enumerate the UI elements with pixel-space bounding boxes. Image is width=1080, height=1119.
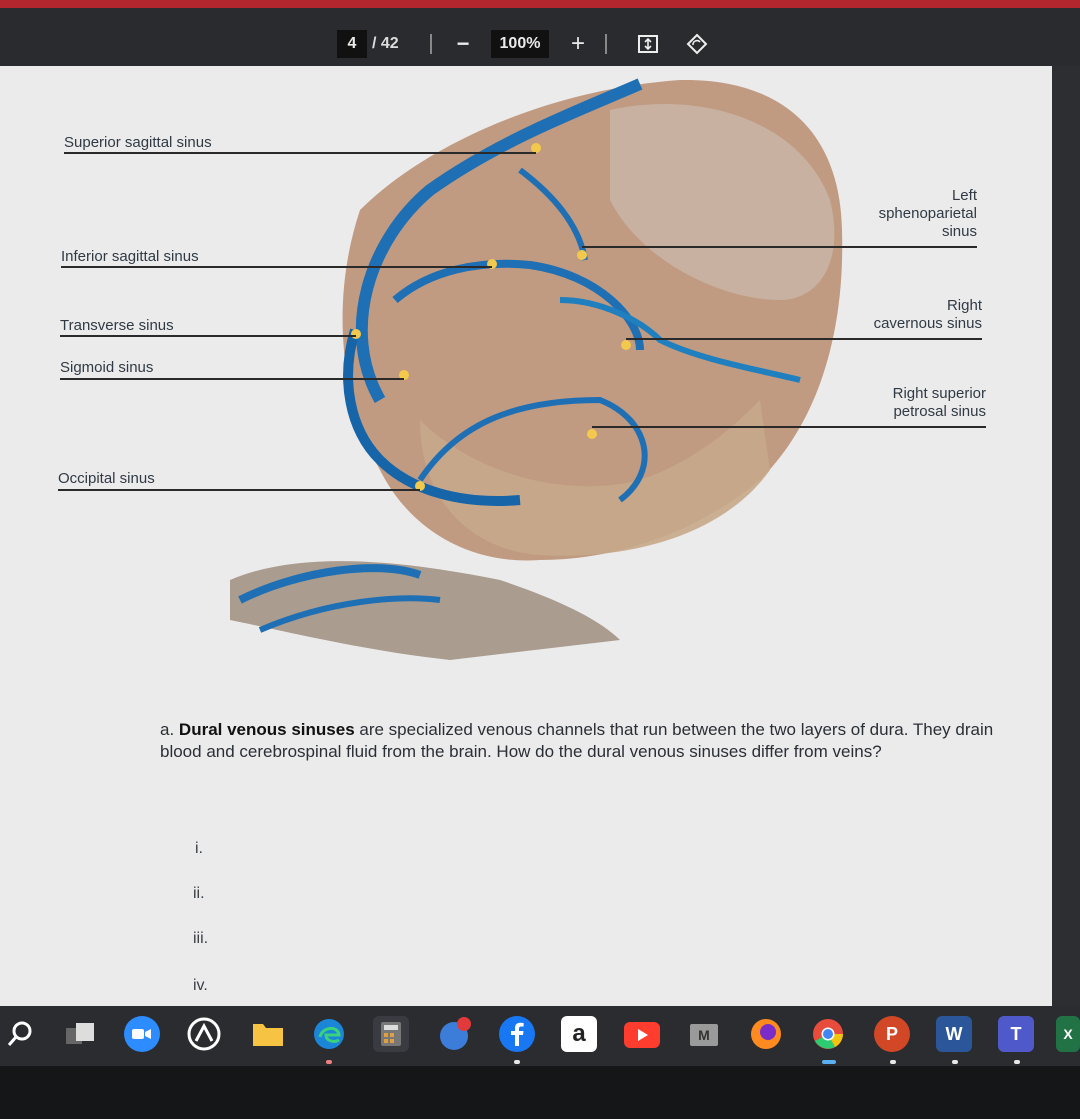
- teams-icon[interactable]: T: [998, 1016, 1034, 1052]
- label-sigmoid-sinus: Sigmoid sinus: [60, 359, 154, 376]
- monitor-bezel: [0, 1066, 1080, 1119]
- calculator-icon[interactable]: [373, 1016, 409, 1052]
- gmail-icon[interactable]: M: [690, 1024, 718, 1046]
- excel-icon[interactable]: X: [1056, 1016, 1080, 1052]
- running-indicator: [326, 1060, 332, 1064]
- amazon-icon[interactable]: a: [561, 1016, 597, 1052]
- task-view-icon[interactable]: [62, 1016, 98, 1052]
- label-superior-sagittal-sinus: Superior sagittal sinus: [64, 134, 212, 151]
- active-indicator: [822, 1060, 836, 1064]
- label-right-superior-petrosal-sinus: Right superior petrosal sinus: [892, 385, 986, 420]
- leader-line: [60, 378, 404, 380]
- word-icon[interactable]: W: [936, 1016, 972, 1052]
- leader-line: [64, 152, 536, 154]
- leader-line: [58, 489, 420, 491]
- label-occipital-sinus: Occipital sinus: [58, 470, 155, 487]
- facebook-icon[interactable]: [499, 1016, 535, 1052]
- leader-line: [60, 335, 356, 337]
- label-left-sphenoparietal-sinus: Left sphenoparietal sinus: [878, 187, 977, 240]
- zoom-icon[interactable]: [124, 1016, 160, 1052]
- windows-taskbar: [0, 1006, 1080, 1066]
- firefox-icon[interactable]: [748, 1016, 784, 1052]
- running-indicator: [514, 1060, 520, 1064]
- answer-item-ii: ii.: [193, 885, 205, 902]
- chrome-icon[interactable]: [810, 1016, 846, 1052]
- question-text: a. Dural venous sinuses are specialized …: [160, 720, 994, 761]
- leader-line: [582, 246, 977, 248]
- running-indicator: [952, 1060, 958, 1064]
- answer-item-i: i.: [195, 840, 203, 857]
- powerpoint-icon[interactable]: P: [874, 1016, 910, 1052]
- running-indicator: [890, 1060, 896, 1064]
- answer-item-iv: iv.: [193, 977, 208, 994]
- label-transverse-sinus: Transverse sinus: [60, 317, 174, 334]
- leader-line: [592, 426, 986, 428]
- label-inferior-sagittal-sinus: Inferior sagittal sinus: [61, 248, 199, 265]
- label-right-cavernous-sinus: Right cavernous sinus: [873, 297, 982, 332]
- youtube-icon[interactable]: [624, 1022, 660, 1048]
- app-icon[interactable]: [436, 1016, 472, 1052]
- leader-line: [626, 338, 982, 340]
- leader-line: [61, 266, 492, 268]
- answer-item-iii: iii.: [193, 930, 209, 947]
- app-icon[interactable]: [186, 1016, 222, 1052]
- running-indicator: [1014, 1060, 1020, 1064]
- skull-venous-sinus-illustration: [230, 78, 843, 660]
- file-explorer-icon[interactable]: [250, 1016, 286, 1052]
- search-icon[interactable]: [2, 1016, 38, 1052]
- edge-icon[interactable]: [311, 1016, 347, 1052]
